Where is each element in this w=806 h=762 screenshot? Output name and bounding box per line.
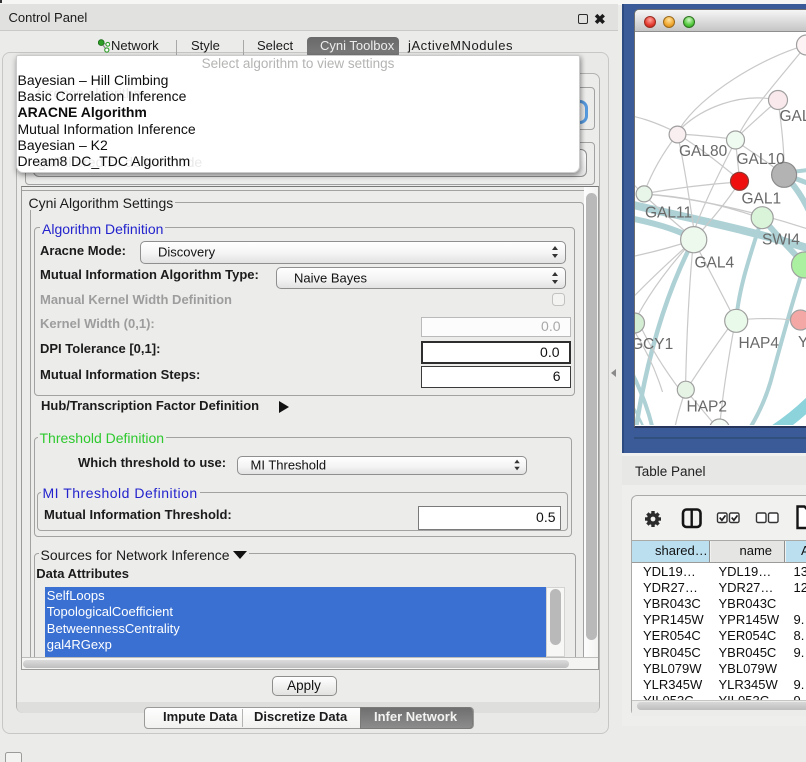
svg-text:GAL: GAL (779, 108, 806, 125)
svg-text:GAL4: GAL4 (694, 255, 734, 272)
svg-text:Y: Y (798, 334, 806, 351)
svg-text:GAL11: GAL11 (645, 205, 692, 222)
svg-text:GAL80: GAL80 (679, 143, 728, 160)
svg-text:SWI4: SWI4 (762, 232, 800, 249)
svg-text:GAL10: GAL10 (736, 151, 785, 168)
svg-text:GAL1: GAL1 (741, 191, 781, 208)
svg-text:HAP4: HAP4 (738, 335, 779, 352)
svg-text:HAP2: HAP2 (686, 399, 727, 416)
svg-text:GCY1: GCY1 (635, 336, 673, 353)
